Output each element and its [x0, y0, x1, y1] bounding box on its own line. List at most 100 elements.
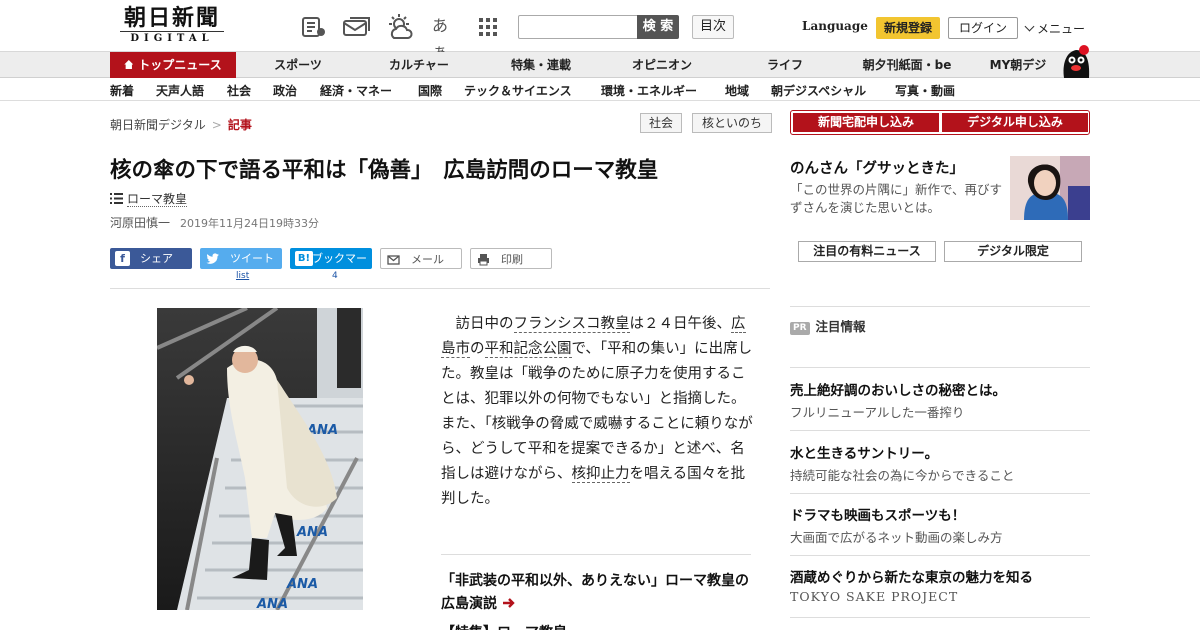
nav-item-paper[interactable]: 朝夕刊紙面・be — [848, 52, 966, 78]
ad-title[interactable]: ドラマも映画もスポーツも！ — [790, 504, 965, 524]
nav-item-life[interactable]: ライフ — [740, 52, 830, 78]
tag-society[interactable]: 社会 — [640, 113, 682, 133]
mail-share-button[interactable]: メール — [380, 248, 462, 269]
subnav-item-society[interactable]: 社会 — [227, 82, 251, 99]
subscribe-box: 新聞宅配申し込み デジタル申し込み — [790, 110, 1090, 135]
divider — [790, 555, 1090, 556]
logo-main-text: 朝日新聞 — [123, 5, 220, 31]
promo-title[interactable]: のんさん「グサッときた」 — [790, 157, 964, 178]
subnav-item-tech-science[interactable]: テック＆サイエンス — [464, 82, 572, 99]
breadcrumb-separator: > — [211, 118, 222, 132]
digital-only-button[interactable]: デジタル限定 — [944, 241, 1082, 262]
ad-subtitle[interactable]: TOKYO SAKE PROJECT — [790, 589, 958, 604]
article-photo[interactable]: ANAANAANAANA — [157, 308, 363, 610]
link-francis[interactable]: フランシスコ教皇 — [513, 316, 630, 333]
article-headline: 核の傘の下で語る平和は「偽善」 広島訪問のローマ教皇 — [110, 158, 659, 183]
pr-heading: PR 注目情報 — [790, 316, 866, 335]
divider — [110, 288, 770, 289]
menu-button[interactable]: メニュー — [1024, 20, 1085, 37]
divider — [790, 493, 1090, 494]
nav-item-culture[interactable]: カルチャー — [370, 52, 468, 78]
promo-text[interactable]: 「この世界の片隅に」新作で、再びすずさんを演じた思いとは。 — [790, 181, 1002, 217]
hatena-bookmark-button[interactable]: B! ブックマーク — [290, 248, 372, 286]
subnav-item-region[interactable]: 地域 — [725, 82, 749, 99]
subnav-item-international[interactable]: 国際 — [418, 82, 442, 99]
divider — [790, 367, 1090, 368]
topic-label: ローマ教皇 — [127, 192, 188, 207]
facebook-icon: f — [115, 251, 130, 266]
breadcrumb-home[interactable]: 朝日新聞デジタル — [110, 118, 206, 132]
mail-icon — [387, 255, 400, 265]
author-name: 河原田慎一 — [110, 216, 171, 230]
tag-nuclear-life[interactable]: 核といのち — [692, 113, 772, 133]
nav-item-sports[interactable]: スポーツ — [250, 52, 346, 78]
ad-subtitle[interactable]: フルリニューアルした一番搾り — [790, 402, 964, 421]
subnav-item-economy[interactable]: 経済・マネー — [320, 82, 392, 99]
tweet-label: ツイート — [230, 252, 274, 265]
pr-heading-label: 注目情報 — [815, 319, 866, 334]
body-text-1: 訪日中の — [455, 316, 514, 332]
related-article-link[interactable]: 「非武装の平和以外、ありえない」ローマ教皇の広島演説 — [441, 570, 751, 616]
topic-link[interactable]: ローマ教皇 — [110, 190, 188, 207]
mail-stack-icon[interactable] — [342, 14, 372, 40]
font-size-icon[interactable]: あぁ — [432, 13, 458, 61]
tweet-count[interactable]: list — [236, 271, 249, 281]
link-peace-park[interactable]: 平和記念公園 — [484, 341, 572, 358]
newspaper-icon[interactable] — [300, 14, 326, 40]
subnav-item-latest[interactable]: 新着 — [110, 82, 134, 99]
home-icon — [124, 60, 134, 69]
subnav-item-tenseijingo[interactable]: 天声人語 — [156, 82, 204, 99]
register-button[interactable]: 新規登録 — [876, 17, 940, 39]
related-feature-link[interactable]: 【特集】ローマ教皇 — [441, 622, 567, 630]
digital-subscribe-button[interactable]: デジタル申し込み — [942, 113, 1088, 132]
svg-text:ANA: ANA — [256, 597, 288, 610]
list-icon — [110, 193, 123, 204]
premium-news-button[interactable]: 注目の有料ニュース — [798, 241, 936, 262]
site-logo[interactable]: 朝日新聞 DIGITAL — [114, 6, 230, 48]
grid-menu-icon[interactable] — [478, 17, 498, 37]
nav-item-opinion[interactable]: オピニオン — [614, 52, 710, 78]
bookmark-count[interactable]: 4 — [332, 271, 338, 281]
body-text-3: の — [470, 341, 485, 357]
newspaper-subscribe-button[interactable]: 新聞宅配申し込み — [793, 113, 939, 132]
login-button[interactable]: ログイン — [948, 17, 1018, 39]
ad-subtitle[interactable]: 大画面で広がるネット動画の楽しみ方 — [790, 527, 1003, 546]
nav-item-features[interactable]: 特集・連載 — [490, 52, 592, 78]
ad-subtitle[interactable]: 持続可能な社会の為に今からできること — [790, 465, 1014, 484]
twitter-icon — [206, 253, 220, 264]
related-article-title: 「非武装の平和以外、ありえない」ローマ教皇の広島演説 — [441, 573, 749, 612]
secondary-nav: 新着 天声人語 社会 政治 経済・マネー 国際 テック＆サイエンス 環境・エネル… — [0, 79, 1200, 101]
subnav-item-environment[interactable]: 環境・エネルギー — [601, 82, 697, 99]
byline: 河原田慎一 2019年11月24日19時33分 — [110, 214, 319, 231]
tweet-button[interactable]: ツイート — [200, 248, 282, 269]
nav-item-my-asadigi[interactable]: MY朝デジ — [980, 52, 1056, 78]
ad-title[interactable]: 酒蔵めぐりから新たな東京の魅力を知る — [790, 566, 1033, 586]
mascot-icon — [1063, 45, 1090, 78]
link-nuclear-deterrence[interactable]: 核抑止力 — [571, 466, 630, 483]
pr-badge: PR — [790, 322, 810, 335]
article-body: 訪日中のフランシスコ教皇は２４日午後、広島市の平和記念公園で、「平和の集い」に出… — [441, 312, 753, 512]
search-input[interactable] — [518, 15, 638, 39]
toc-button[interactable]: 目次 — [692, 15, 734, 39]
weather-icon[interactable] — [386, 14, 416, 40]
print-button[interactable]: 印刷 — [470, 248, 552, 269]
publish-date: 2019年11月24日19時33分 — [180, 217, 319, 230]
breadcrumb-current: 記事 — [227, 118, 252, 132]
divider — [790, 306, 1090, 307]
breadcrumb: 朝日新聞デジタル > 記事 — [110, 116, 252, 133]
subnav-item-politics[interactable]: 政治 — [273, 82, 297, 99]
promo-photo[interactable] — [1010, 156, 1090, 220]
language-link[interactable]: Language — [802, 19, 868, 33]
print-label: 印刷 — [501, 253, 523, 266]
share-label: シェア — [140, 252, 173, 265]
subnav-item-special[interactable]: 朝デジスペシャル — [771, 82, 866, 99]
ad-title[interactable]: 売上絶好調のおいしさの秘密とは。 — [790, 379, 1006, 399]
svg-text:ANA: ANA — [296, 525, 328, 540]
nav-item-top-news[interactable]: トップニュース — [110, 52, 236, 78]
subnav-item-photo-video[interactable]: 写真・動画 — [895, 82, 955, 99]
ad-title[interactable]: 水と生きるサントリー。 — [790, 442, 938, 462]
facebook-share-button[interactable]: f シェア — [110, 248, 192, 269]
mail-label: メール — [411, 253, 444, 266]
search-button[interactable]: 検 索 — [637, 15, 679, 39]
divider — [441, 554, 751, 555]
